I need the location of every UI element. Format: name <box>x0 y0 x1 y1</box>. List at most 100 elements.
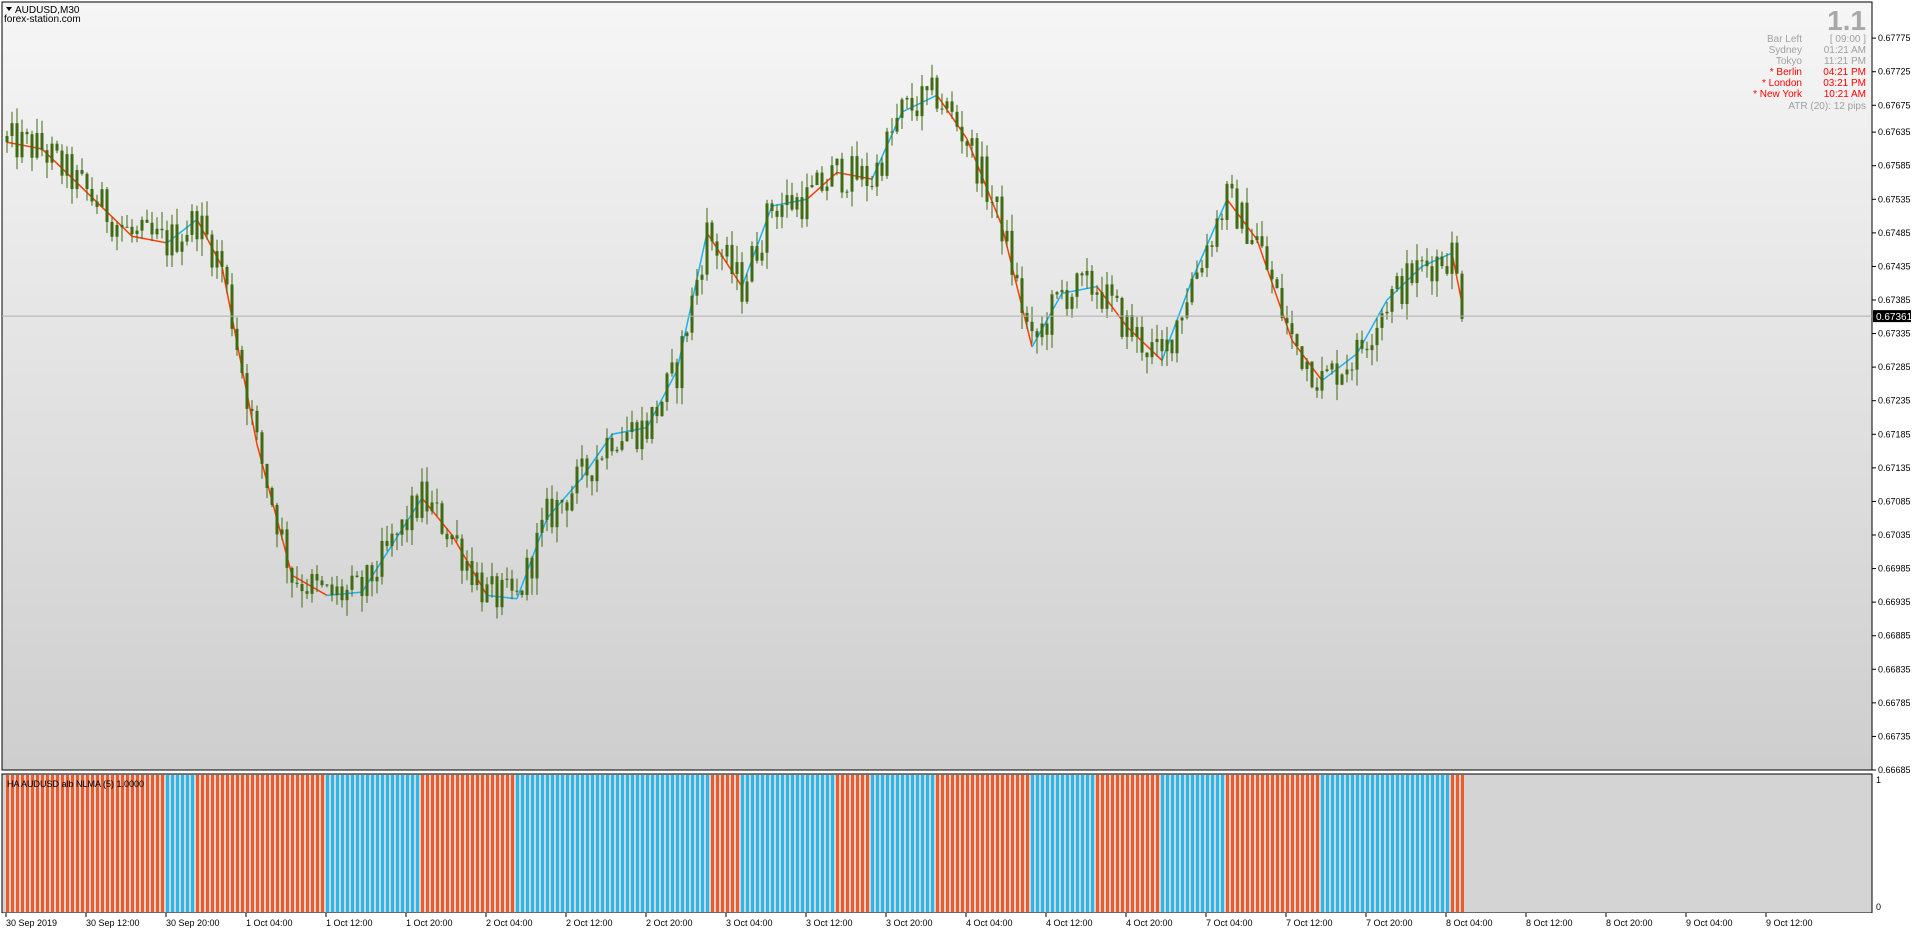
atr-text: ATR (20): 12 pips <box>1788 101 1866 112</box>
candle-body <box>1435 256 1439 282</box>
histogram-bar <box>866 775 869 912</box>
candle-body <box>590 475 594 482</box>
price-tick-label: 0.67585 <box>1878 161 1911 171</box>
histogram-bar <box>126 775 129 912</box>
histogram-bar <box>11 775 14 912</box>
candle-body <box>260 432 264 464</box>
histogram-bar <box>1281 775 1284 912</box>
candle-body <box>1440 256 1444 267</box>
histogram-bar <box>901 775 904 912</box>
histogram-bar <box>1356 775 1359 912</box>
histogram-bar <box>1171 775 1174 912</box>
candle-body <box>235 328 239 350</box>
histogram-bar <box>1121 775 1124 912</box>
histogram-bar <box>66 775 69 912</box>
histogram-bar <box>471 775 474 912</box>
candle-body <box>300 583 304 592</box>
histogram-bar <box>1136 775 1139 912</box>
candle-body <box>950 101 954 112</box>
time-tick-label: 7 Oct 04:00 <box>1206 918 1253 928</box>
histogram-bar <box>661 775 664 912</box>
candle-body <box>1305 361 1309 369</box>
histogram-bar <box>586 775 589 912</box>
candle-body <box>1105 284 1109 309</box>
candle-body <box>525 557 529 595</box>
histogram-bar <box>1061 775 1064 912</box>
histogram-bar <box>306 775 309 912</box>
histogram-bar <box>1401 775 1404 912</box>
histogram-bar <box>1211 775 1214 912</box>
time-tick-label: 2 Oct 04:00 <box>486 918 533 928</box>
candle-body <box>230 284 234 329</box>
candle-body <box>170 224 174 256</box>
candle-body <box>55 143 59 151</box>
histogram-bar <box>1206 775 1209 912</box>
price-tick-label: 0.67635 <box>1878 127 1911 137</box>
price-tick-label: 0.66685 <box>1878 765 1911 775</box>
candle-body <box>1045 323 1049 335</box>
candle-body <box>435 502 439 504</box>
main-pane[interactable] <box>1 1 1873 771</box>
candle-body <box>325 584 329 586</box>
candle-body <box>365 565 369 596</box>
chart-window[interactable]: 0.67775 0.67725 0.67675 0.67635 0.67585 0.675… <box>0 0 1916 933</box>
histogram-bar <box>1301 775 1304 912</box>
candle-body <box>110 221 114 237</box>
candle-body <box>1050 294 1054 335</box>
candle-body <box>465 560 469 571</box>
histogram-bar <box>481 775 484 912</box>
candle-body <box>1165 339 1169 352</box>
histogram-bar <box>1066 775 1069 912</box>
candle-body <box>1345 369 1349 375</box>
time-tick-label: 4 Oct 12:00 <box>1046 918 1093 928</box>
candle-body <box>910 97 914 111</box>
histogram-bar <box>1226 775 1229 912</box>
info-row-value: 11:21 PM <box>1824 56 1866 67</box>
candle-body <box>275 504 279 535</box>
candle-body <box>220 251 224 267</box>
histogram-bar <box>846 775 849 912</box>
info-row-label: Bar Left <box>1767 34 1802 45</box>
candle-body <box>585 458 589 476</box>
histogram-bar <box>1221 775 1224 912</box>
histogram-bar <box>341 775 344 912</box>
histogram-bar <box>1441 775 1444 912</box>
candle-body <box>355 575 359 578</box>
histogram-bar <box>711 775 714 912</box>
candle-body <box>560 499 564 503</box>
histogram-bar <box>1321 775 1324 912</box>
histogram-bar <box>371 775 374 912</box>
histogram-bar <box>361 775 364 912</box>
candle-body <box>985 156 989 202</box>
histogram-bar <box>871 775 874 912</box>
histogram-bar <box>716 775 719 912</box>
histogram-bar <box>1071 775 1074 912</box>
info-row-value: 01:21 AM <box>1824 45 1866 56</box>
histogram-bar <box>336 775 339 912</box>
histogram-bar <box>476 775 479 912</box>
candle-body <box>1065 290 1069 309</box>
histogram-bar <box>841 775 844 912</box>
candle-body <box>735 262 739 275</box>
histogram-bar <box>986 775 989 912</box>
histogram-bar <box>676 775 679 912</box>
candle-body <box>835 158 839 166</box>
candle-body <box>15 123 19 158</box>
histogram-bar <box>1046 775 1049 912</box>
candle-body <box>605 437 609 459</box>
histogram-bar <box>741 775 744 912</box>
histogram-bar <box>1151 775 1154 912</box>
histogram-bar <box>591 775 594 912</box>
candle-body <box>410 495 414 531</box>
candle-body <box>475 572 479 586</box>
candle-body <box>685 332 689 337</box>
histogram-bar <box>71 775 74 912</box>
histogram-bar <box>316 775 319 912</box>
histogram-bar <box>681 775 684 912</box>
histogram-bar <box>921 775 924 912</box>
candle-body <box>645 420 649 439</box>
histogram-bar <box>501 775 504 912</box>
info-row-label: Sydney <box>1769 45 1802 56</box>
histogram-bar <box>251 775 254 912</box>
histogram-bar <box>1036 775 1039 912</box>
